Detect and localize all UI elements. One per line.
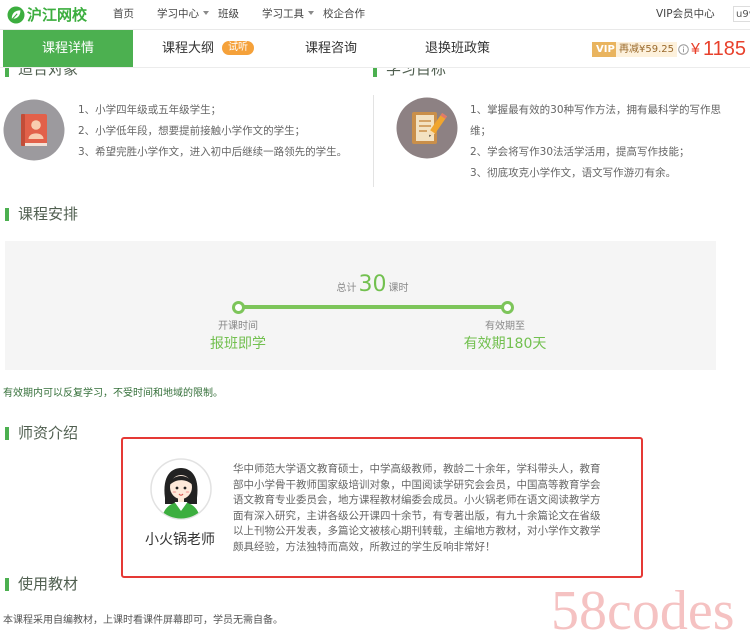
end-label: 有效期至 [485, 321, 525, 332]
leaf-logo-icon [7, 6, 25, 24]
teacher-card: 小火锅老师 华中师范大学语文教育硕士，中学高级教师，教龄二十余年，学科带头人，教… [121, 437, 643, 578]
tab-course-consult-label: 课程咨询 [305, 41, 358, 56]
teachers-title: 师资介绍 [18, 424, 79, 442]
nav-class[interactable]: 班级 [218, 0, 239, 29]
list-item: 3、彻底攻克小学作文，语文写作游刃有余。 [470, 167, 677, 179]
site-logo[interactable]: 沪江网校 [7, 4, 87, 25]
vip-center-label: VIP会员中心 [656, 8, 715, 20]
goals-list: 1、掌握最有效的30种写作方法，拥有最科学的写作思维； 2、学会将写作30法活学… [470, 100, 723, 184]
tab-course-outline[interactable]: 课程大纲 试听 [162, 30, 255, 67]
tab-course-detail[interactable]: 课程详情 [3, 30, 133, 67]
trial-badge: 试听 [222, 40, 255, 55]
total-hours-value: 30 [358, 272, 387, 297]
audience-list: 1、小学四年级或五年级学生； 2、小学低年段，想要提前接触小学作文的学生； 3、… [78, 100, 368, 163]
user-name: u9v [736, 9, 750, 20]
column-divider [373, 95, 374, 187]
tab-course-consult[interactable]: 课程咨询 [305, 30, 357, 67]
list-item: 2、学会将写作30法活学活用，提高写作技能； [470, 146, 690, 158]
nav-home-label: 首页 [113, 8, 134, 20]
section-marker [5, 427, 9, 440]
list-item: 1、掌握最有效的30种写作方法，拥有最科学的写作思维； [470, 104, 722, 137]
timeline-start-dot [232, 301, 245, 314]
course-tab-bar: 课程详情 课程大纲 试听 课程咨询 退换班政策 VIP 再减¥59.25 ¥ 11… [0, 30, 750, 68]
validity-note: 有效期内可以反复学习，不受时间和地域的限制。 [3, 388, 223, 399]
total-prefix: 总计 [336, 283, 357, 294]
nav-learning-center[interactable]: 学习中心 [157, 0, 209, 29]
top-nav-bar: 沪江网校 首页 学习中心 班级 学习工具 校企合作 VIP会员中心 u9v [0, 0, 750, 30]
watermark: 58codes [551, 580, 735, 642]
price-currency: ¥ [691, 41, 700, 58]
nav-school-enterprise-label: 校企合作 [323, 8, 365, 20]
chevron-down-icon [203, 11, 209, 15]
book-reader-icon [3, 99, 65, 161]
vip-badge: VIP [592, 42, 619, 57]
nav-learning-center-label: 学习中心 [157, 8, 199, 20]
info-icon[interactable] [678, 44, 689, 55]
start-value: 报班即学 [210, 336, 266, 352]
tab-course-detail-label: 课程详情 [41, 41, 94, 56]
teacher-avatar [150, 458, 212, 520]
list-item: 3、希望完胜小学作文，进入初中后继续一路领先的学生。 [78, 146, 348, 158]
list-item: 1、小学四年级或五年级学生； [78, 104, 222, 116]
total-suffix: 课时 [388, 283, 409, 294]
end-value: 有效期180天 [463, 336, 547, 352]
tab-course-outline-label: 课程大纲 [162, 41, 215, 56]
section-marker [5, 578, 9, 591]
list-item: 2、小学低年段，想要提前接触小学作文的学生； [78, 125, 306, 137]
logo-text: 沪江网校 [27, 6, 88, 24]
vip-discount: 再减¥59.25 [616, 42, 677, 57]
chevron-down-icon [308, 11, 314, 15]
teacher-bio: 华中师范大学语文教育硕士，中学高级教师，教龄二十余年，学科带头人，教育部中小学骨… [233, 463, 601, 553]
price-amount: 1185 [703, 38, 747, 60]
teacher-name: 小火锅老师 [145, 532, 215, 548]
timeline-end-dot [501, 301, 514, 314]
nav-learning-tools[interactable]: 学习工具 [262, 0, 314, 29]
tab-refund-policy-label: 退换班政策 [425, 41, 491, 56]
nav-class-label: 班级 [218, 8, 239, 20]
tab-refund-policy[interactable]: 退换班政策 [425, 30, 490, 67]
user-account[interactable]: u9v [733, 6, 750, 22]
nav-home[interactable]: 首页 [113, 0, 134, 29]
start-label: 开课时间 [218, 321, 258, 332]
nav-learning-tools-label: 学习工具 [262, 8, 304, 20]
schedule-title: 课程安排 [18, 205, 79, 223]
nav-school-enterprise[interactable]: 校企合作 [323, 0, 365, 29]
section-marker [5, 208, 9, 221]
nav-vip-center[interactable]: VIP会员中心 [656, 0, 715, 29]
materials-title: 使用教材 [18, 575, 79, 593]
course-detail-page: 沪江网校 首页 学习中心 班级 学习工具 校企合作 VIP会员中心 u9v 课程… [0, 0, 750, 644]
timeline-line [238, 305, 507, 309]
notebook-pencil-icon [396, 97, 458, 159]
materials-description: 本课程采用自编教材，上课时看课件屏幕即可，学员无需自备。 [3, 615, 283, 626]
total-hours: 总计30 课时 [300, 272, 445, 297]
